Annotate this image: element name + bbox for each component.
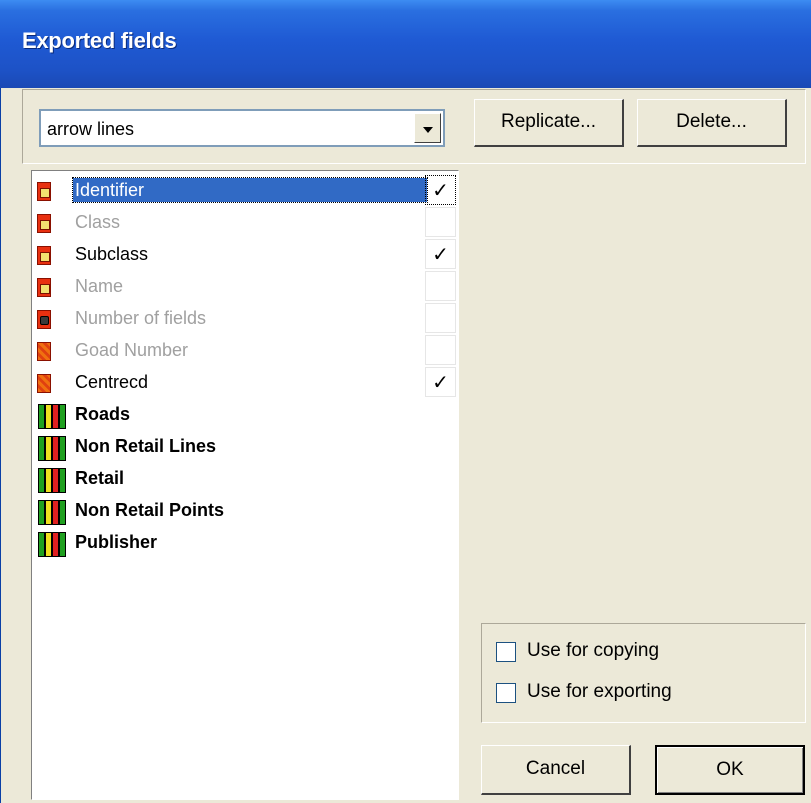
layer-select[interactable]: arrow lines <box>39 109 445 147</box>
replicate-button[interactable]: Replicate... <box>474 99 624 147</box>
group-row-non-retail-lines[interactable]: Non Retail Lines <box>32 430 458 462</box>
field-label: Identifier <box>72 177 428 203</box>
use-for-exporting-label: Use for exporting <box>527 681 672 702</box>
field-row-class[interactable]: Class <box>32 206 458 238</box>
field-label: Name <box>75 276 124 296</box>
field-label: Subclass <box>75 244 149 264</box>
replicate-button-label: Replicate... <box>500 111 597 132</box>
field-row-identifier[interactable]: Identifier ✓ <box>32 174 458 206</box>
group-row-non-retail-points[interactable]: Non Retail Points <box>32 494 458 526</box>
delete-button[interactable]: Delete... <box>637 99 787 147</box>
plain-field-icon <box>37 342 51 361</box>
field-label: Centrecd <box>75 372 149 392</box>
field-row-subclass[interactable]: Subclass ✓ <box>32 238 458 270</box>
delete-button-label: Delete... <box>676 111 747 132</box>
field-checkbox[interactable]: ✓ <box>425 239 456 269</box>
group-label: Publisher <box>75 532 158 552</box>
field-row-goad-number[interactable]: Goad Number <box>32 334 458 366</box>
window-title: Exported fields <box>22 28 177 53</box>
field-icon <box>37 214 51 233</box>
ok-button[interactable]: OK <box>655 745 805 795</box>
field-checkbox[interactable] <box>425 207 456 237</box>
field-label: Goad Number <box>75 340 189 360</box>
use-for-copying-checkbox[interactable] <box>496 642 516 662</box>
fields-list[interactable]: Identifier ✓ Class Subclass ✓ Name Numbe… <box>31 170 459 800</box>
options-group-box <box>481 623 806 723</box>
field-label: Class <box>75 212 121 232</box>
layer-group-icon <box>38 500 66 525</box>
layer-group-icon <box>38 532 66 557</box>
field-icon <box>37 278 51 297</box>
number-field-icon <box>37 310 51 329</box>
field-checkbox[interactable]: ✓ <box>425 367 456 397</box>
field-row-name[interactable]: Name <box>32 270 458 302</box>
field-label: Number of fields <box>75 308 207 328</box>
field-checkbox[interactable]: ✓ <box>425 175 456 205</box>
field-row-centrecd[interactable]: Centrecd ✓ <box>32 366 458 398</box>
cancel-button-label: Cancel <box>525 758 586 779</box>
ok-button-label: OK <box>716 759 744 780</box>
field-icon <box>37 246 51 265</box>
group-label: Retail <box>75 468 125 488</box>
use-for-exporting-checkbox[interactable] <box>496 683 516 703</box>
chevron-down-icon[interactable] <box>414 113 441 143</box>
group-label: Non Retail Points <box>75 500 225 520</box>
layer-group-icon <box>38 404 66 429</box>
field-row-number-of-fields[interactable]: Number of fields <box>32 302 458 334</box>
layer-select-value: arrow lines <box>47 119 135 139</box>
field-checkbox[interactable] <box>425 303 456 333</box>
group-label: Non Retail Lines <box>75 436 217 456</box>
use-for-copying-label: Use for copying <box>527 640 660 661</box>
field-checkbox[interactable] <box>425 271 456 301</box>
layer-group-icon <box>38 436 66 461</box>
title-bar[interactable]: Exported fields <box>0 0 811 88</box>
group-row-retail[interactable]: Retail <box>32 462 458 494</box>
group-row-roads[interactable]: Roads <box>32 398 458 430</box>
field-icon <box>37 182 51 201</box>
cancel-button[interactable]: Cancel <box>481 745 631 795</box>
group-row-publisher[interactable]: Publisher <box>32 526 458 558</box>
plain-field-icon <box>37 374 51 393</box>
layer-group-icon <box>38 468 66 493</box>
group-label: Roads <box>75 404 131 424</box>
field-checkbox[interactable] <box>425 335 456 365</box>
